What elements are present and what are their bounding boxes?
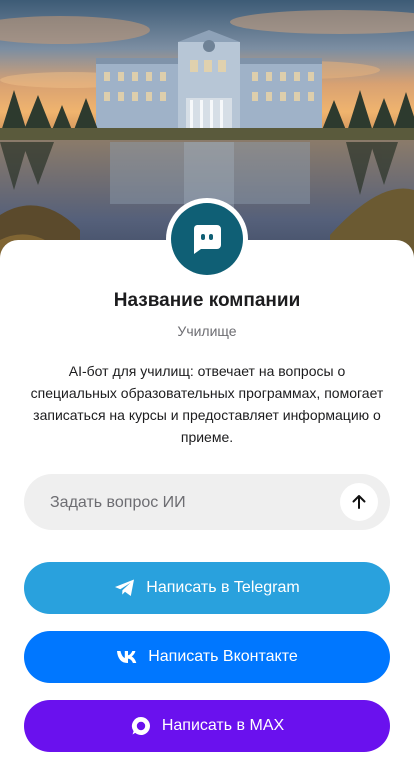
vk-button[interactable]: Написать Вконтакте <box>24 631 390 683</box>
company-description: AI-бот для училищ: отвечает на вопросы о… <box>30 363 384 445</box>
company-name: Название компании <box>113 290 301 311</box>
telegram-button-label: Написать в Telegram <box>146 579 300 596</box>
telegram-button[interactable]: Написать в Telegram <box>24 562 390 614</box>
max-button-label: Написать в MAX <box>161 717 285 734</box>
vk-icon <box>116 650 138 664</box>
arrow-up-icon <box>352 495 366 509</box>
company-avatar <box>166 198 248 280</box>
ask-ai-field <box>24 474 390 532</box>
send-button[interactable] <box>340 483 378 521</box>
vk-button-label: Написать Вконтакте <box>148 648 298 665</box>
chat-bot-icon <box>193 225 221 254</box>
bot-avatar <box>171 203 243 275</box>
max-icon <box>130 715 152 737</box>
max-button[interactable]: Написать в MAX <box>24 700 390 752</box>
company-category: Училище <box>177 323 237 339</box>
telegram-icon <box>114 578 136 598</box>
ask-ai-input[interactable] <box>48 474 352 532</box>
